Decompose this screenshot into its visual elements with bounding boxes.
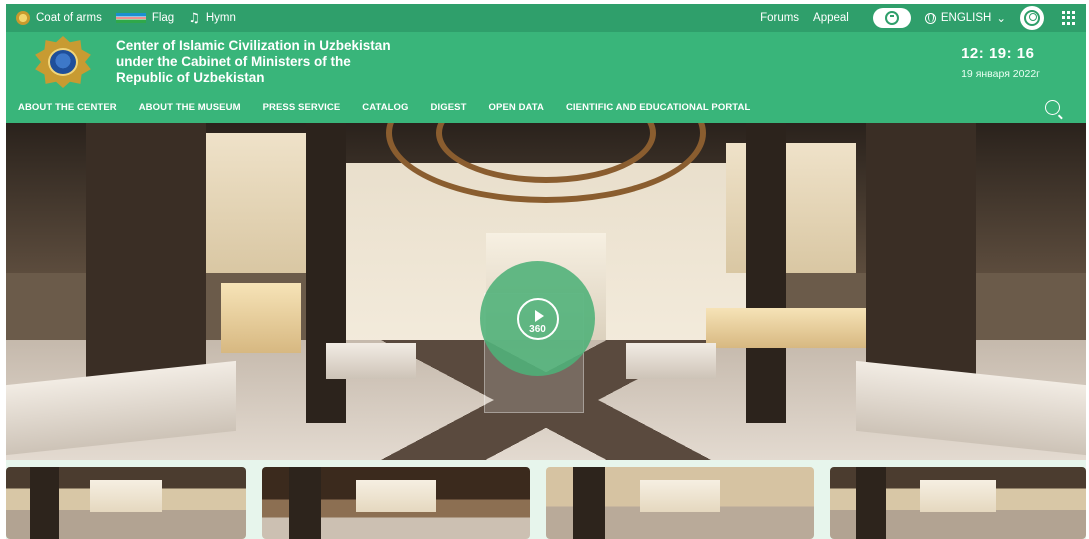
gallery-thumbnail[interactable] [546, 467, 814, 539]
flag-link[interactable]: Flag [115, 12, 175, 24]
museum-360-panorama[interactable]: 360 [6, 123, 1086, 460]
chevron-down-icon: ⌄ [996, 13, 1006, 25]
user-icon [1024, 10, 1040, 26]
nav-item-scientific-portal[interactable]: CIENTIFIC AND EDUCATIONAL PORTAL [566, 102, 750, 113]
nav-item-open-data[interactable]: OPEN DATA [489, 102, 544, 113]
flag-icon [115, 13, 146, 23]
forums-link[interactable]: Forums [760, 12, 799, 24]
nav-item-about-museum[interactable]: ABOUT THE MUSEUM [139, 102, 241, 113]
nav-item-press-service[interactable]: PRESS SERVICE [263, 102, 341, 113]
hero-lit-shelf [221, 283, 301, 353]
language-label: ENGLISH [940, 12, 992, 24]
site-title[interactable]: Center of Islamic Civilization in Uzbeki… [116, 38, 391, 86]
search-icon[interactable] [1045, 100, 1060, 115]
coat-of-arms-link[interactable]: Coat of arms [16, 11, 102, 25]
main-nav: ABOUT THE CENTER ABOUT THE MUSEUM PRESS … [6, 92, 1086, 123]
globe-icon [924, 12, 936, 24]
clock-time: 12: 19: 16 [961, 44, 1035, 62]
coat-of-arms-label: Coat of arms [36, 12, 102, 24]
play-triangle [534, 309, 544, 322]
gallery-thumbnail[interactable] [262, 467, 530, 539]
user-button[interactable] [1020, 6, 1044, 30]
language-selector[interactable]: ENGLISH ⌄ [924, 11, 1006, 25]
nav-item-about-center[interactable]: ABOUT THE CENTER [18, 102, 117, 113]
gallery-thumbnail[interactable] [6, 467, 246, 539]
emblem-icon [16, 11, 30, 25]
hymn-label: Hymn [205, 12, 236, 24]
hero-display-case [626, 343, 716, 379]
site-header: Center of Islamic Civilization in Uzbeki… [6, 32, 1086, 92]
hymn-link[interactable]: ♫ Hymn [188, 11, 236, 26]
clock-date: 19 января 2022г [961, 67, 1040, 80]
nav-items: ABOUT THE CENTER ABOUT THE MUSEUM PRESS … [18, 102, 750, 113]
logo[interactable] [32, 34, 94, 90]
hero-display-case [326, 343, 416, 379]
play-360-button[interactable]: 360 [480, 261, 595, 376]
logo-emblem [48, 48, 78, 76]
title-line-3: Republic of Uzbekistan [116, 70, 265, 85]
appeal-link[interactable]: Appeal [813, 12, 849, 24]
nav-item-catalog[interactable]: CATALOG [362, 102, 408, 113]
music-note-icon: ♫ [188, 10, 200, 26]
grid-icon[interactable] [1062, 11, 1076, 25]
topbar-right-links: Forums Appeal ENGLISH ⌄ [760, 6, 1076, 30]
top-utility-bar: Coat of arms Flag ♫ Hymn Forums Appeal E… [6, 4, 1086, 32]
accessibility-icon [884, 11, 899, 25]
hero-lit-shelf [706, 308, 866, 348]
title-line-2: under the Cabinet of Ministers of the [116, 54, 351, 69]
accessibility-button[interactable] [872, 8, 911, 28]
page: Coat of arms Flag ♫ Hymn Forums Appeal E… [0, 0, 1089, 539]
clock: 12: 19: 16 19 января 2022г [961, 45, 1040, 80]
hero-column [746, 123, 786, 423]
play-360-label: 360 [529, 324, 546, 335]
flag-label: Flag [151, 12, 175, 24]
topbar-left-links: Coat of arms Flag ♫ Hymn [16, 11, 236, 26]
thumbnail-strip [6, 460, 1086, 539]
gallery-thumbnail[interactable] [830, 467, 1086, 539]
nav-item-digest[interactable]: DIGEST [431, 102, 467, 113]
title-line-1: Center of Islamic Civilization in Uzbeki… [116, 38, 391, 53]
